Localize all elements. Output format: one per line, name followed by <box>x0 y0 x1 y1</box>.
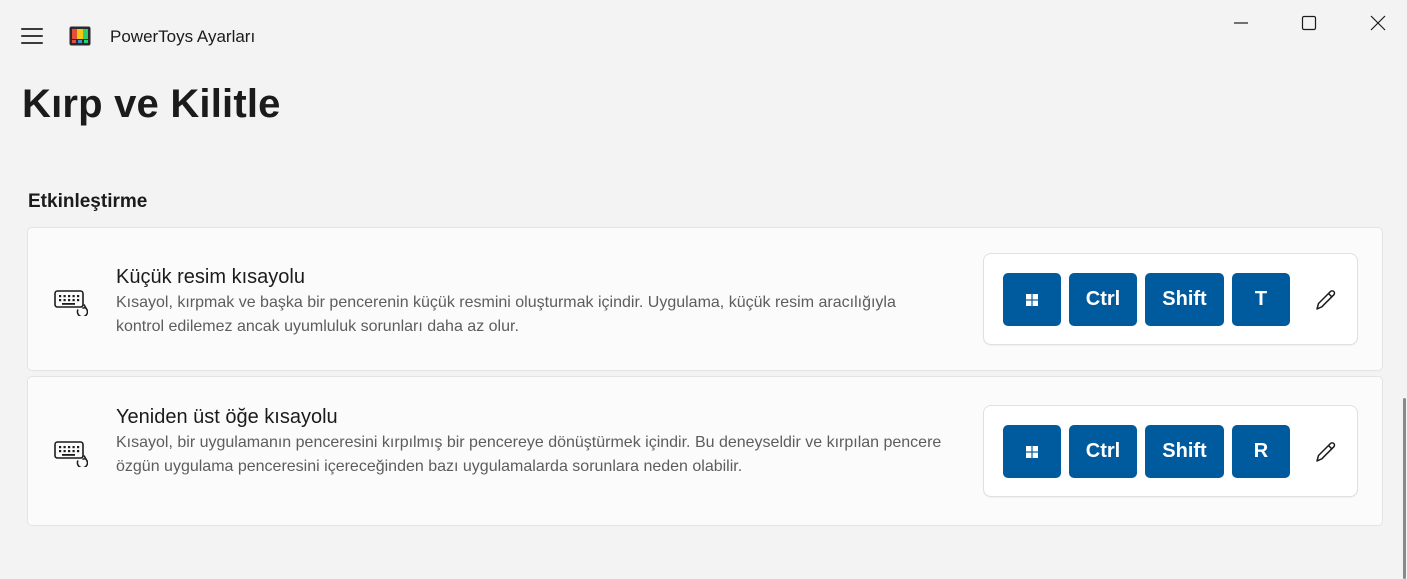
app-title: PowerToys Ayarları <box>110 27 256 46</box>
windows-key <box>1003 273 1061 326</box>
page-title: Kırp ve Kilitle <box>22 82 281 126</box>
minimize-button[interactable] <box>1206 0 1276 46</box>
shortcut-description: Kısayol, bir uygulamanın penceresini kır… <box>116 434 942 475</box>
ctrl-key: Ctrl <box>1069 273 1137 326</box>
shortcut-description: Kısayol, kırpmak ve başka bir pencerenin… <box>116 294 896 335</box>
shortcut-keys-control[interactable]: Ctrl Shift T <box>983 253 1358 345</box>
pencil-edit-icon <box>1316 290 1336 310</box>
windows-logo-icon <box>1026 445 1038 458</box>
vertical-scrollbar[interactable] <box>1403 398 1406 579</box>
edit-shortcut-button[interactable] <box>1308 434 1344 470</box>
close-icon <box>1370 15 1386 31</box>
keyboard-shortcut-icon <box>54 441 88 467</box>
thumbnail-shortcut-text: Küçük resim kısayolu Kısayol, kırpmak ve… <box>116 264 946 339</box>
powertoys-settings-window: PowerToys Ayarları Kırp ve Kilitle Etkin… <box>0 0 1407 579</box>
reparent-shortcut-card: Yeniden üst öğe kısayolu Kısayol, bir uy… <box>27 376 1383 526</box>
shift-key: Shift <box>1145 425 1224 478</box>
windows-key <box>1003 425 1061 478</box>
ctrl-key: Ctrl <box>1069 425 1137 478</box>
letter-key: T <box>1232 273 1290 326</box>
edit-shortcut-button[interactable] <box>1308 282 1344 318</box>
shortcut-heading: Küçük resim kısayolu <box>116 266 305 288</box>
keyboard-shortcut-icon <box>54 290 88 316</box>
section-title: Etkinleştirme <box>28 191 148 212</box>
maximize-icon <box>1301 15 1317 31</box>
close-button[interactable] <box>1343 0 1407 46</box>
hamburger-menu-icon[interactable] <box>18 24 46 48</box>
minimize-icon <box>1234 22 1248 24</box>
maximize-button[interactable] <box>1274 0 1344 46</box>
thumbnail-shortcut-card: Küçük resim kısayolu Kısayol, kırpmak ve… <box>27 227 1383 371</box>
letter-key: R <box>1232 425 1290 478</box>
shortcut-heading: Yeniden üst öğe kısayolu <box>116 406 338 428</box>
windows-logo-icon <box>1026 293 1038 306</box>
shortcut-keys-control[interactable]: Ctrl Shift R <box>983 405 1358 497</box>
powertoys-logo-icon <box>69 26 91 46</box>
reparent-shortcut-text: Yeniden üst öğe kısayolu Kısayol, bir uy… <box>116 404 946 479</box>
pencil-edit-icon <box>1316 442 1336 462</box>
shift-key: Shift <box>1145 273 1224 326</box>
title-bar: PowerToys Ayarları <box>0 0 1407 72</box>
